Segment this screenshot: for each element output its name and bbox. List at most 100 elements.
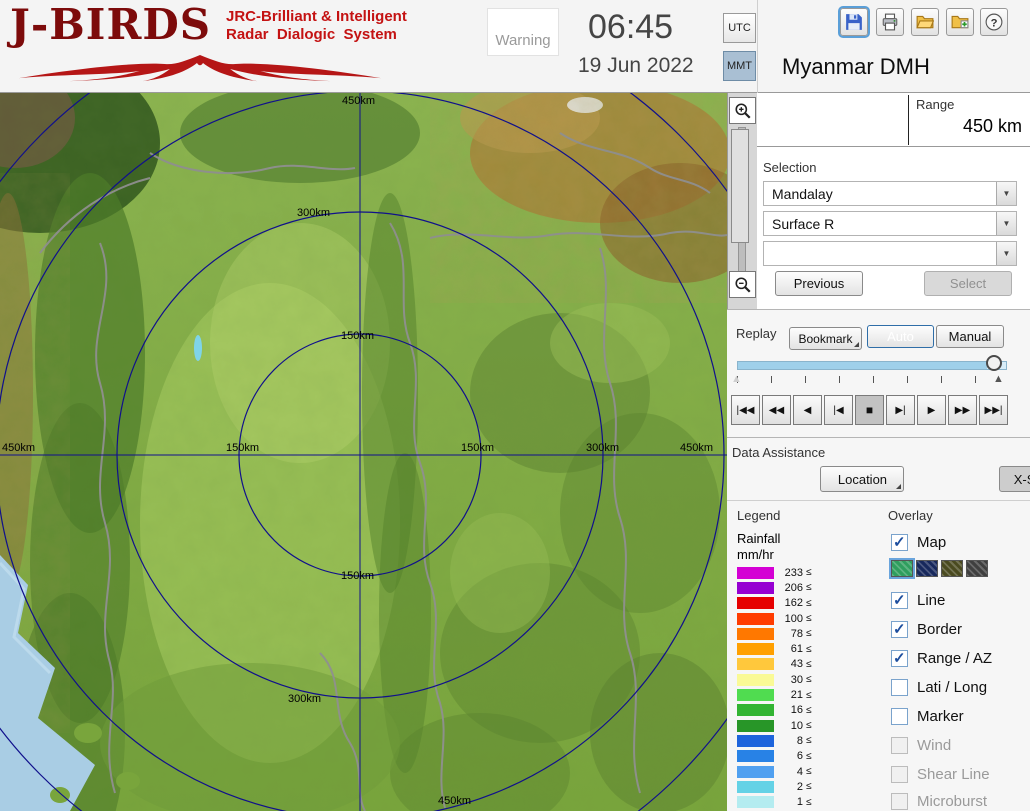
range-ring-label: 450km <box>438 795 472 807</box>
transport-rewind-button[interactable]: ◀◀ <box>762 395 791 425</box>
marker-checkbox[interactable] <box>891 707 908 725</box>
overlay-row-shear-line: Shear Line <box>891 764 990 784</box>
location-button[interactable]: Location <box>820 466 905 492</box>
tz-mmt-button[interactable]: MMT <box>723 51 756 81</box>
overlay-row-wind: Wind <box>891 735 951 755</box>
print-icon <box>882 13 898 31</box>
previous-button[interactable]: Previous <box>775 271 863 296</box>
chevron-down-icon[interactable]: ▼ <box>996 182 1016 205</box>
map-style-swatch-navy[interactable] <box>916 559 938 577</box>
transport-step-back-button[interactable]: |◀ <box>824 395 853 425</box>
range-ring-label: 150km <box>226 442 260 454</box>
tz-utc-button[interactable]: UTC <box>723 13 756 43</box>
radar-map[interactable]: 450km 300km 150km 450km 150km 150km 300k… <box>0 93 727 811</box>
export-icon <box>951 15 969 29</box>
zoom-slider-thumb[interactable] <box>731 129 749 243</box>
line-checkbox[interactable] <box>891 591 908 609</box>
legend-row: 16 ≤ <box>737 703 847 718</box>
zoom-in-button[interactable] <box>729 97 756 124</box>
range-az-checkbox[interactable] <box>891 649 908 667</box>
eagle-logo-icon <box>19 54 381 82</box>
legend-row: 61 ≤ <box>737 641 847 656</box>
site-dropdown[interactable]: Mandalay ▼ <box>763 181 1017 206</box>
replay-label: Replay <box>736 326 777 341</box>
legend-color-swatch <box>737 612 774 625</box>
transport-stop-button[interactable]: ■ <box>855 395 884 425</box>
legend-row: 6 ≤ <box>737 749 847 764</box>
range-value: 450 km <box>962 116 1022 136</box>
border-checkbox[interactable] <box>891 620 908 638</box>
site-dropdown-value: Mandalay <box>772 185 833 202</box>
extra-dropdown[interactable]: ▼ <box>763 241 1017 266</box>
legend-color-swatch <box>737 704 774 717</box>
range-ring-label: 450km <box>342 95 376 107</box>
save-button[interactable] <box>838 6 870 38</box>
transport-play-button[interactable]: ▶ <box>917 395 946 425</box>
range-ring-label: 450km <box>680 442 714 454</box>
legend-unit-line1: Rainfall <box>737 531 781 546</box>
replay-manual-button[interactable]: Manual <box>936 325 1004 348</box>
legend-row: 78 ≤ <box>737 626 847 641</box>
map-style-swatch-olive[interactable] <box>941 559 963 577</box>
lati-long-checkbox[interactable] <box>891 678 908 696</box>
legend-scale: 233 ≤ 206 ≤ 162 ≤ 100 ≤ 78 ≤ 61 ≤ 43 ≤ 30 ≤ 21 ≤ … <box>737 565 847 810</box>
map-checkbox[interactable] <box>891 533 908 551</box>
data-assistance-label: Data Assistance <box>732 445 826 460</box>
legend-color-swatch <box>737 627 774 640</box>
replay-timeline-thumb[interactable] <box>986 355 1002 371</box>
transport-step-forward-button[interactable]: ▶| <box>886 395 915 425</box>
transport-fast-forward-button[interactable]: ▶▶ <box>948 395 977 425</box>
range-ring-label: 150km <box>341 570 375 582</box>
x-section-button[interactable]: X-Section <box>998 466 1030 492</box>
range-ring-label: 300km <box>586 442 620 454</box>
legend-color-swatch <box>737 765 774 778</box>
range-cell-border <box>757 146 1030 147</box>
transport-play-reverse-button[interactable]: ◀ <box>793 395 822 425</box>
legend-color-swatch <box>737 780 774 793</box>
overlay-row-border: Border <box>891 619 962 639</box>
help-icon: ? <box>985 13 1003 31</box>
overlay-row-microburst: Microburst <box>891 791 987 811</box>
range-ring-label: 300km <box>297 207 331 219</box>
legend-row: 162 ≤ <box>737 596 847 611</box>
microburst-checkbox <box>891 792 908 810</box>
legend-row: 2 ≤ <box>737 779 847 794</box>
print-button[interactable] <box>876 8 904 36</box>
shear-line-checkbox <box>891 765 908 783</box>
map-style-swatch-gray[interactable] <box>966 559 988 577</box>
export-button[interactable] <box>946 8 974 36</box>
overlay-row-marker: Marker <box>891 706 964 726</box>
bookmark-button[interactable]: Bookmark <box>789 327 862 350</box>
map-style-swatch-green[interactable] <box>889 557 915 579</box>
open-folder-icon <box>916 15 934 29</box>
clock-date: 19 Jun 2022 <box>578 54 694 77</box>
product-dropdown[interactable]: Surface R ▼ <box>763 211 1017 236</box>
legend-row: 30 ≤ <box>737 672 847 687</box>
transport-skip-start-button[interactable]: |◀◀ <box>731 395 760 425</box>
legend-color-swatch <box>737 734 774 747</box>
chevron-down-icon[interactable]: ▼ <box>996 212 1016 235</box>
save-icon <box>846 14 862 30</box>
header-divider <box>757 0 758 93</box>
separator <box>727 309 1030 310</box>
overlay-label: Overlay <box>888 508 933 523</box>
legend-color-swatch <box>737 750 774 763</box>
chevron-down-icon[interactable]: ▼ <box>996 242 1016 265</box>
selection-label: Selection <box>763 160 817 175</box>
legend-row: 1 ≤ <box>737 794 847 809</box>
transport-skip-end-button[interactable]: ▶▶| <box>979 395 1008 425</box>
replay-timeline-track[interactable] <box>737 361 1007 370</box>
legend-color-swatch <box>737 689 774 702</box>
clock-time: 06:45 <box>588 8 674 46</box>
help-button[interactable]: ? <box>980 8 1008 36</box>
legend-color-swatch <box>737 658 774 671</box>
warning-indicator: Warning <box>487 8 559 56</box>
replay-auto-button[interactable]: Auto <box>867 325 934 348</box>
open-folder-button[interactable] <box>911 8 939 36</box>
product-dropdown-value: Surface R <box>772 215 835 232</box>
separator <box>727 500 1030 501</box>
replay-timeline-ticks <box>737 376 1007 383</box>
select-button[interactable]: Select <box>924 271 1012 296</box>
logo-tagline-1: JRC-Brilliant & Intelligent <box>226 8 407 25</box>
zoom-out-button[interactable] <box>729 271 756 298</box>
